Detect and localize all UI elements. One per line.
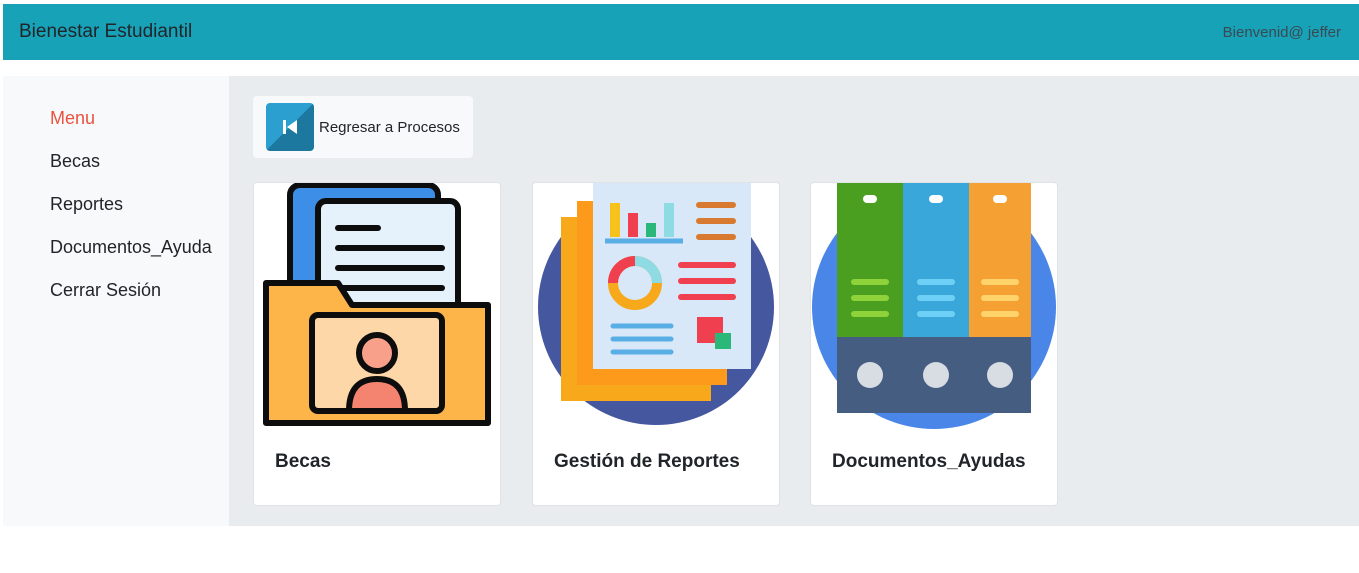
card-gestion-reportes[interactable]: Gestión de Reportes — [532, 182, 780, 506]
card-title-documentos-ayudas: Documentos_Ayudas — [832, 451, 1026, 472]
main-content: Regresar a Procesos Becas Gestión de Rep… — [229, 76, 1359, 526]
skip-back-icon — [266, 103, 314, 151]
page-body: Menu Becas Reportes Documentos_Ayuda Cer… — [3, 76, 1359, 526]
sidebar-item-becas[interactable]: Becas — [50, 151, 100, 172]
sidebar-item-reportes[interactable]: Reportes — [50, 194, 123, 215]
card-becas[interactable]: Becas — [253, 182, 501, 506]
sidebar-item-cerrar-sesion[interactable]: Cerrar Sesión — [50, 280, 161, 301]
folder-student-icon — [263, 183, 491, 426]
card-title-becas: Becas — [275, 451, 331, 472]
top-navbar: Bienestar Estudiantil Bienvenid@ jeffer — [3, 4, 1359, 60]
welcome-user: Bienvenid@ jeffer — [1222, 23, 1341, 41]
card-documentos-ayudas[interactable]: Documentos_Ayudas — [810, 182, 1058, 506]
sidebar-item-menu[interactable]: Menu — [50, 108, 95, 129]
back-button-label: Regresar a Procesos — [319, 118, 460, 136]
back-to-processes-button[interactable]: Regresar a Procesos — [253, 96, 473, 158]
sidebar: Menu Becas Reportes Documentos_Ayuda Cer… — [3, 76, 229, 526]
reports-chart-icon — [538, 183, 774, 425]
app-window: Bienestar Estudiantil Bienvenid@ jeffer … — [3, 4, 1359, 573]
card-title-gestion-reportes: Gestión de Reportes — [554, 451, 740, 472]
brand-title[interactable]: Bienestar Estudiantil — [19, 21, 192, 43]
binders-icon — [812, 183, 1056, 429]
sidebar-item-documentos-ayuda[interactable]: Documentos_Ayuda — [50, 237, 212, 258]
